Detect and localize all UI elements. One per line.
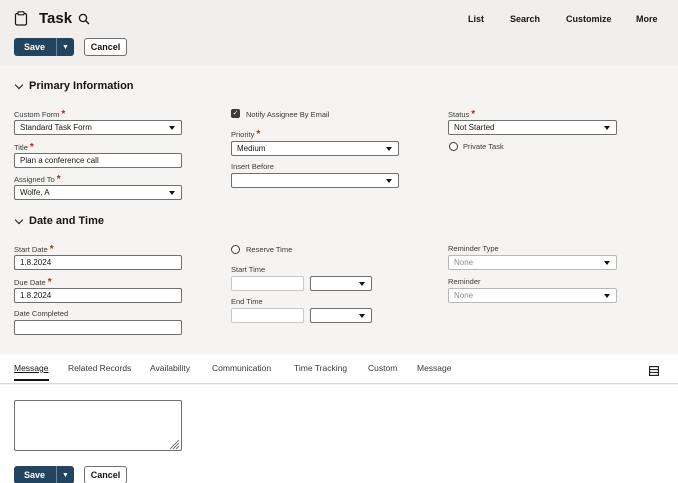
start-date-label-text: Start Date (14, 245, 48, 254)
required-marker: * (56, 174, 61, 185)
status-value: Not Started (454, 123, 495, 132)
assigned-to-label: Assigned To * (14, 174, 61, 185)
start-time-ampm-select[interactable] (310, 276, 372, 291)
status-label: Status * (448, 109, 475, 120)
required-marker: * (256, 129, 261, 140)
dropdown-arrow-icon (359, 282, 365, 286)
save-options-chevron-icon[interactable]: ▼ (57, 44, 74, 51)
custom-form-select[interactable]: Standard Task Form (14, 120, 182, 135)
end-time-label: End Time (231, 297, 263, 306)
due-date-label: Due Date * (14, 277, 52, 288)
save-button-bottom[interactable]: Save ▼ (14, 466, 74, 483)
cancel-button[interactable]: Cancel (84, 38, 127, 56)
dropdown-arrow-icon (359, 314, 365, 318)
save-button[interactable]: Save ▼ (14, 38, 74, 56)
notify-assignee-checkbox[interactable]: ✓ (231, 109, 240, 118)
reminder-type-select[interactable]: None (448, 255, 617, 270)
reminder-value: None (454, 291, 474, 300)
tab-message[interactable]: Message (14, 363, 49, 373)
dropdown-arrow-icon (169, 191, 175, 195)
tab-availability[interactable]: Availability (150, 363, 190, 373)
priority-label: Priority * (231, 129, 260, 140)
nav-customize[interactable]: Customize (566, 14, 612, 24)
status-select[interactable]: Not Started (448, 120, 617, 135)
tab-time-tracking[interactable]: Time Tracking (294, 363, 347, 373)
save-options-chevron-icon[interactable]: ▼ (57, 472, 74, 479)
nav-list[interactable]: List (468, 14, 484, 24)
date-time-heading: Date and Time (29, 215, 104, 227)
save-button-label: Save (24, 470, 46, 480)
reminder-type-label: Reminder Type (448, 244, 499, 253)
assigned-to-select[interactable]: Wolfe, A (14, 185, 182, 200)
custom-form-label-text: Custom Form (14, 110, 60, 119)
due-date-input[interactable]: 1.8.2024 (14, 288, 182, 303)
dropdown-arrow-icon (604, 294, 610, 298)
dropdown-arrow-icon (386, 147, 392, 151)
nav-more[interactable]: More (636, 14, 658, 24)
dropdown-arrow-icon (604, 126, 610, 130)
title-label: Title * (14, 142, 34, 153)
insert-before-select[interactable] (231, 173, 399, 188)
reserve-time-checkbox[interactable] (231, 245, 240, 254)
chevron-down-icon (14, 80, 24, 89)
title-label-text: Title (14, 143, 28, 152)
page-header (0, 0, 678, 66)
start-date-input[interactable]: 1.8.2024 (14, 255, 182, 270)
resize-handle-icon[interactable] (168, 437, 180, 450)
status-label-text: Status (448, 110, 470, 119)
tab-message-label: Message (14, 363, 49, 373)
start-date-label: Start Date * (14, 244, 54, 255)
private-task-checkbox[interactable] (449, 142, 458, 151)
end-time-input[interactable] (231, 308, 304, 323)
required-marker: * (471, 109, 476, 120)
notify-assignee-label: Notify Assignee By Email (246, 110, 330, 119)
date-time-section-header[interactable]: Date and Time (14, 215, 104, 227)
primary-info-section-header[interactable]: Primary Information (14, 80, 134, 92)
chevron-down-icon (14, 215, 24, 224)
date-completed-input[interactable] (14, 320, 182, 335)
required-marker: * (29, 142, 34, 153)
tab-communication[interactable]: Communication (212, 363, 271, 373)
dropdown-arrow-icon (604, 261, 610, 265)
search-icon[interactable] (78, 12, 90, 25)
assigned-to-value: Wolfe, A (20, 188, 50, 197)
reserve-time-label: Reserve Time (246, 245, 293, 254)
reminder-select[interactable]: None (448, 288, 617, 303)
date-completed-label: Date Completed (14, 309, 69, 318)
save-button-label: Save (24, 42, 46, 52)
reminder-type-value: None (454, 258, 474, 267)
layout-toggle-icon[interactable] (649, 363, 659, 376)
page-title: Task (39, 10, 73, 27)
priority-label-text: Priority (231, 130, 255, 139)
custom-form-value: Standard Task Form (20, 123, 92, 132)
priority-select[interactable]: Medium (231, 141, 399, 156)
start-time-label: Start Time (231, 265, 266, 274)
nav-search[interactable]: Search (510, 14, 540, 24)
insert-before-label: Insert Before (231, 162, 274, 171)
clipboard-icon (14, 11, 28, 26)
active-tab-indicator (14, 379, 49, 381)
end-time-ampm-select[interactable] (310, 308, 372, 323)
tab-message-2[interactable]: Message (417, 363, 452, 373)
tab-related-records[interactable]: Related Records (68, 363, 131, 373)
priority-value: Medium (237, 144, 266, 153)
due-date-label-text: Due Date (14, 278, 46, 287)
private-task-label: Private Task (463, 142, 504, 151)
start-time-input[interactable] (231, 276, 304, 291)
message-textarea[interactable] (14, 400, 182, 451)
assigned-to-label-text: Assigned To (14, 175, 55, 184)
required-marker: * (49, 244, 54, 255)
title-input[interactable]: Plan a conference call (14, 153, 182, 168)
dropdown-arrow-icon (386, 179, 392, 183)
custom-form-label: Custom Form * (14, 109, 65, 120)
primary-info-heading: Primary Information (29, 80, 134, 92)
reminder-label: Reminder (448, 277, 481, 286)
required-marker: * (47, 277, 52, 288)
tab-custom[interactable]: Custom (368, 363, 397, 373)
cancel-button-bottom[interactable]: Cancel (84, 466, 127, 483)
dropdown-arrow-icon (169, 126, 175, 130)
required-marker: * (61, 109, 66, 120)
